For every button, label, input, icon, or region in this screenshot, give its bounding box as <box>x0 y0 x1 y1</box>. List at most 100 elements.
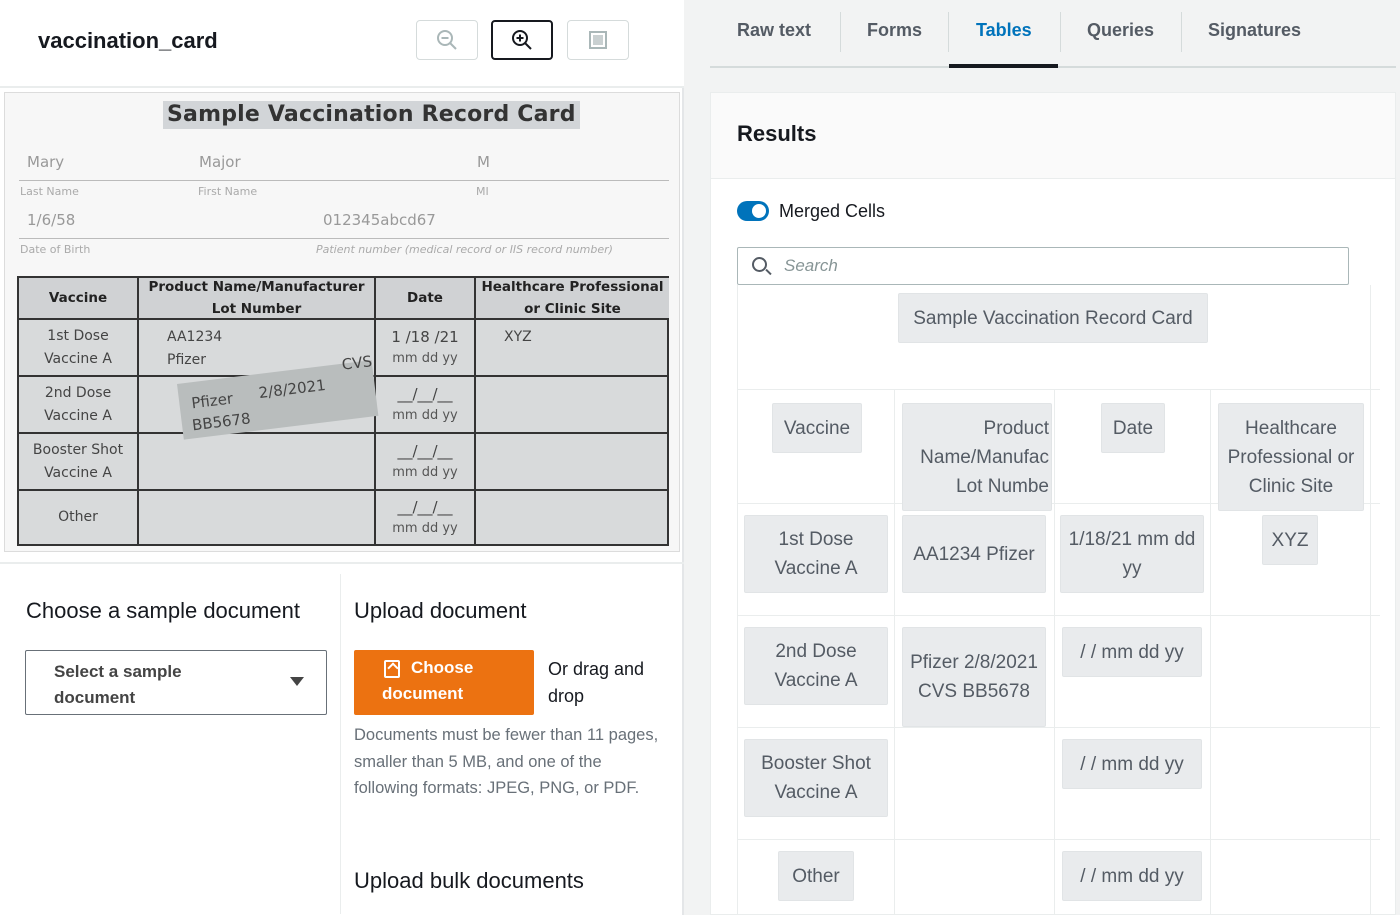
first-name-label: First Name <box>198 185 258 198</box>
zoom-in-button[interactable] <box>491 20 553 60</box>
header-cell-product[interactable]: Product Name/Manufac Lot Numbe <box>902 403 1052 511</box>
vt-row4-vaccine-text: Other <box>58 509 98 525</box>
document-header: vaccination_card <box>0 0 684 88</box>
tab-divider <box>840 12 841 52</box>
vt-row4-date-l2: mm dd yy <box>392 520 458 536</box>
sticker-date: 2/8/2021 <box>257 375 327 403</box>
vt-header-hcp-l1: Healthcare Professional <box>481 279 664 295</box>
table-cell[interactable]: / / mm dd yy <box>1062 851 1202 901</box>
header-cell-date[interactable]: Date <box>1101 403 1165 453</box>
merged-cells-toggle[interactable] <box>737 201 769 221</box>
vt-header-hcp-l2: or Clinic Site <box>524 301 621 317</box>
vt-row4-site <box>476 491 669 544</box>
tab-queries[interactable]: Queries <box>1087 20 1154 41</box>
vt-row3-date-l1: __/__/__ <box>397 441 453 460</box>
vt-row3-site <box>476 434 669 491</box>
sample-heading: Choose a sample document <box>26 598 300 623</box>
column-divider <box>340 574 341 914</box>
fit-page-button[interactable] <box>567 20 629 60</box>
table-cell[interactable]: 2nd Dose Vaccine A <box>744 627 888 705</box>
choose-document-button[interactable]: Choose document <box>354 650 534 715</box>
vt-row2-vaccine: 2nd Dose Vaccine A <box>19 377 139 434</box>
vt-row4-product <box>139 491 376 544</box>
mi-value: M <box>477 153 490 171</box>
vt-header-product-l1: Product Name/Manufacturer <box>148 279 365 295</box>
search-placeholder: Search <box>784 256 838 275</box>
patient-number-value: 012345abcd67 <box>323 211 436 229</box>
vt-row1-vaccine: 1st Dose Vaccine A <box>19 320 139 377</box>
document-preview: Sample Vaccination Record Card Mary Majo… <box>4 92 680 552</box>
document-name: vaccination_card <box>38 28 218 53</box>
row-divider <box>738 389 1380 390</box>
vt-row1-product-l1: AA1234 <box>167 329 223 345</box>
app-root: vaccination_card Sample Vaccination Reco… <box>0 0 1400 915</box>
table-cell[interactable]: Booster Shot Vaccine A <box>744 739 888 817</box>
upload-heading: Upload document <box>354 598 527 623</box>
results-title: Results <box>737 121 817 146</box>
table-cell[interactable]: 1/18/21 mm dd yy <box>1060 515 1204 593</box>
vt-row3-product <box>139 434 376 491</box>
vt-row1-date-l1: 1 /18 /21 <box>391 327 459 346</box>
row-divider <box>738 615 1380 616</box>
bulk-upload-heading: Upload bulk documents <box>354 868 584 893</box>
vt-row3-vaccine: Booster Shot Vaccine A <box>19 434 139 491</box>
vt-row1-date: 1 /18 /21 mm dd yy <box>376 320 476 377</box>
name-rule <box>19 180 669 181</box>
row-divider <box>738 839 1380 840</box>
mi-label: MI <box>476 185 489 198</box>
sample-document-select[interactable]: Select a sample document <box>25 650 327 715</box>
sticker-site: CVS <box>340 352 374 374</box>
vt-row1-vaccine-l1: 1st Dose <box>47 327 109 344</box>
fit-page-icon <box>589 31 607 49</box>
table-title-cell[interactable]: Sample Vaccination Record Card <box>898 293 1208 343</box>
dob-rule <box>19 238 669 239</box>
caret-down-icon <box>290 677 304 686</box>
card-title: Sample Vaccination Record Card <box>163 101 580 129</box>
vt-row4-date: __/__/__mm dd yy <box>376 491 476 544</box>
search-input[interactable]: Search <box>737 247 1349 285</box>
tab-raw-text[interactable]: Raw text <box>737 20 811 41</box>
choose-label-1: Choose <box>411 658 474 677</box>
col-divider <box>1210 389 1211 915</box>
vt-header-hcp: Healthcare Professional or Clinic Site <box>476 278 669 320</box>
merged-cells-label: Merged Cells <box>779 201 886 221</box>
vt-row3-vaccine-l1: Booster Shot <box>32 441 124 458</box>
active-tab-indicator <box>949 64 1058 68</box>
header-cell-hcp[interactable]: Healthcare Professional or Clinic Site <box>1218 403 1364 511</box>
zoom-out-button[interactable] <box>416 20 478 60</box>
table-cell[interactable]: / / mm dd yy <box>1062 627 1202 677</box>
tab-tables[interactable]: Tables <box>976 20 1032 41</box>
vt-row2-vaccine-l2: Vaccine A <box>44 407 112 424</box>
table-cell[interactable]: Other <box>778 851 854 901</box>
vt-row3-date: __/__/__mm dd yy <box>376 434 476 491</box>
results-panel: Results Merged Cells Search Sample Vacci… <box>710 92 1396 915</box>
document-panel: vaccination_card Sample Vaccination Reco… <box>0 0 684 915</box>
search-icon <box>752 257 767 272</box>
choose-label-2: document <box>382 684 464 703</box>
vt-row1-site: XYZ <box>476 320 669 377</box>
header-cell-vaccine[interactable]: Vaccine <box>772 403 862 453</box>
drag-drop-text: Or drag and drop <box>548 659 645 706</box>
vt-row4-vaccine: Other <box>19 491 139 544</box>
table-cell[interactable]: Pfizer 2/8/2021 CVS BB5678 <box>902 627 1046 727</box>
col-divider <box>894 389 895 915</box>
table-cell[interactable]: AA1234 Pfizer <box>902 515 1046 593</box>
vt-row1-site-text: XYZ <box>504 329 532 345</box>
tab-divider <box>1060 12 1061 52</box>
vt-header-vaccine-text: Vaccine <box>48 289 108 306</box>
vt-row1-product-l2: Pfizer <box>167 352 206 368</box>
last-name-value: Mary <box>27 153 65 171</box>
sticker-lot: BB5678 <box>191 409 252 435</box>
tab-signatures[interactable]: Signatures <box>1208 20 1301 41</box>
vt-row4-date-l1: __/__/__ <box>397 497 453 516</box>
table-cell[interactable]: / / mm dd yy <box>1062 739 1202 789</box>
table-cell[interactable]: XYZ <box>1262 515 1318 565</box>
table-cell[interactable]: 1st Dose Vaccine A <box>744 515 888 593</box>
vt-row2-date-l2: mm dd yy <box>392 407 458 423</box>
vt-row1-vaccine-l2: Vaccine A <box>44 350 112 367</box>
dob-label: Date of Birth <box>20 243 91 256</box>
tab-forms[interactable]: Forms <box>867 20 922 41</box>
col-divider <box>1054 389 1055 915</box>
vt-row3-date-l2: mm dd yy <box>392 464 458 480</box>
vt-header-vaccine: Vaccine <box>19 278 139 320</box>
